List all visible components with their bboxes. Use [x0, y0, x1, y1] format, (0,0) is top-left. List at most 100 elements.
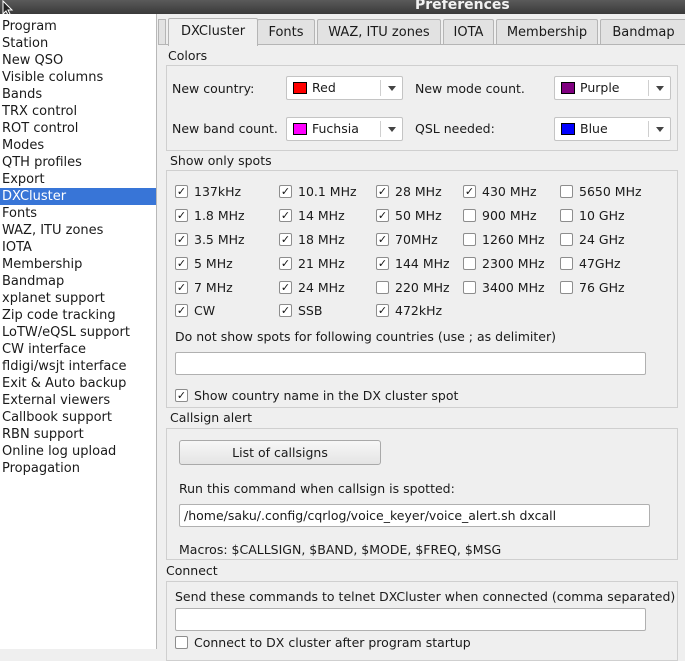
sidebar-item[interactable]: Modes — [0, 137, 156, 154]
sidebar-item[interactable]: External viewers — [0, 392, 156, 409]
sidebar-item[interactable]: Callbook support — [0, 409, 156, 426]
chevron-down-icon — [388, 86, 396, 91]
sidebar-item[interactable]: IOTA — [0, 239, 156, 256]
combo-separator — [648, 80, 649, 96]
color-swatch — [561, 82, 575, 94]
spot-label: 28 MHz — [395, 184, 442, 199]
chevron-down-icon — [388, 127, 396, 132]
new-band-select[interactable]: Fuchsia — [286, 117, 403, 141]
spot-checkbox[interactable] — [560, 209, 573, 222]
spot-checkbox[interactable] — [463, 233, 476, 246]
sidebar-item[interactable]: TRX control — [0, 103, 156, 120]
commands-label: Send these commands to telnet DXCluster … — [175, 589, 676, 604]
spot-label: 14 MHz — [298, 208, 345, 223]
spot-checkbox[interactable] — [560, 185, 573, 198]
spot-checkbox[interactable]: ✓ — [376, 233, 389, 246]
sidebar-item[interactable]: LoTW/eQSL support — [0, 324, 156, 341]
sidebar-item[interactable]: Export — [0, 171, 156, 188]
sidebar-item[interactable]: ROT control — [0, 120, 156, 137]
spot-checkbox[interactable] — [560, 281, 573, 294]
spot-checkbox[interactable] — [376, 281, 389, 294]
spot-label: 137kHz — [194, 184, 242, 199]
sidebar-item[interactable]: xplanet support — [0, 290, 156, 307]
colors-heading: Colors — [168, 48, 208, 63]
new-country-select[interactable]: Red — [286, 76, 403, 100]
new-country-value: Red — [312, 80, 336, 95]
sidebar-item[interactable]: WAZ, ITU zones — [0, 222, 156, 239]
spot-checkbox[interactable]: ✓ — [279, 304, 292, 317]
spot-checkbox[interactable]: ✓ — [175, 233, 188, 246]
new-band-label: New band count. — [172, 121, 278, 136]
spot-checkbox[interactable]: ✓ — [279, 209, 292, 222]
spot-label: 3.5 MHz — [194, 232, 245, 247]
spot-label: 24 MHz — [298, 280, 345, 295]
tab-fonts[interactable]: Fonts — [257, 19, 315, 45]
spot-checkbox[interactable]: ✓ — [175, 281, 188, 294]
spot-checkbox[interactable] — [560, 233, 573, 246]
spot-label: 220 MHz — [395, 280, 450, 295]
spot-checkbox[interactable]: ✓ — [279, 257, 292, 270]
sidebar-item[interactable]: Zip code tracking — [0, 307, 156, 324]
spot-label: 76 GHz — [579, 280, 625, 295]
spot-checkbox[interactable]: ✓ — [376, 257, 389, 270]
spot-checkbox[interactable]: ✓ — [279, 281, 292, 294]
commands-input[interactable] — [175, 608, 646, 631]
spot-checkbox[interactable]: ✓ — [376, 185, 389, 198]
sidebar-item[interactable]: Station — [0, 35, 156, 52]
exclude-countries-input[interactable] — [175, 352, 646, 375]
alert-command-input[interactable]: /home/saku/.config/cqrlog/voice_keyer/vo… — [179, 504, 650, 527]
spot-label: 900 MHz — [482, 208, 537, 223]
qsl-needed-value: Blue — [580, 121, 608, 136]
spot-checkbox[interactable] — [463, 209, 476, 222]
sidebar-item[interactable]: QTH profiles — [0, 154, 156, 171]
tab-waz-itu-zones[interactable]: WAZ, ITU zones — [317, 19, 441, 45]
new-band-value: Fuchsia — [312, 121, 359, 136]
sidebar-item[interactable]: fldigi/wsjt interface — [0, 358, 156, 375]
show-country-checkbox[interactable]: ✓ — [175, 389, 188, 402]
sidebar-item[interactable]: Bandmap — [0, 273, 156, 290]
sidebar-item[interactable]: RBN support — [0, 426, 156, 443]
spot-checkbox[interactable] — [463, 281, 476, 294]
qsl-needed-select[interactable]: Blue — [554, 117, 671, 141]
spot-checkbox[interactable]: ✓ — [376, 304, 389, 317]
spot-checkbox[interactable]: ✓ — [175, 185, 188, 198]
sidebar-item[interactable]: Fonts — [0, 205, 156, 222]
spot-checkbox[interactable] — [560, 257, 573, 270]
spot-checkbox[interactable]: ✓ — [279, 233, 292, 246]
spot-label: 24 GHz — [579, 232, 625, 247]
spot-checkbox[interactable]: ✓ — [463, 185, 476, 198]
sidebar-item[interactable]: Bands — [0, 86, 156, 103]
spot-checkbox[interactable]: ✓ — [279, 185, 292, 198]
sidebar-item[interactable]: Online log upload — [0, 443, 156, 460]
spot-checkbox[interactable]: ✓ — [376, 209, 389, 222]
sidebar-item[interactable]: Propagation — [0, 460, 156, 477]
spot-label: 430 MHz — [482, 184, 537, 199]
sidebar-item[interactable]: Program — [0, 18, 156, 35]
list-of-callsigns-button[interactable]: List of callsigns — [179, 440, 381, 465]
sidebar-list[interactable]: Program Station New QSO Visible columns Band… — [0, 14, 157, 649]
spot-checkbox[interactable]: ✓ — [175, 257, 188, 270]
window-title: Preferences — [415, 0, 510, 13]
exclude-countries-label: Do not show spots for following countrie… — [175, 329, 556, 344]
tab-membership[interactable]: Membership — [496, 19, 598, 45]
color-swatch — [293, 82, 307, 94]
sidebar-item[interactable]: DXCluster — [0, 188, 156, 205]
chevron-down-icon — [656, 127, 664, 132]
tab-bandmap[interactable]: Bandmap — [600, 19, 685, 45]
color-swatch — [293, 123, 307, 135]
tab-scroll-left[interactable] — [158, 19, 166, 45]
connect-startup-label: Connect to DX cluster after program star… — [194, 635, 471, 650]
connect-startup-checkbox[interactable] — [175, 636, 188, 649]
tab-dxcluster[interactable]: DXCluster — [168, 18, 258, 46]
new-mode-select[interactable]: Purple — [554, 76, 671, 100]
sidebar-item[interactable]: Membership — [0, 256, 156, 273]
sidebar-item[interactable]: CW interface — [0, 341, 156, 358]
sidebar-item[interactable]: Exit & Auto backup — [0, 375, 156, 392]
sidebar-item[interactable]: New QSO — [0, 52, 156, 69]
spot-checkbox[interactable] — [463, 257, 476, 270]
spot-label: SSB — [298, 303, 323, 318]
spot-checkbox[interactable]: ✓ — [175, 304, 188, 317]
spot-checkbox[interactable]: ✓ — [175, 209, 188, 222]
sidebar-item[interactable]: Visible columns — [0, 69, 156, 86]
tab-iota[interactable]: IOTA — [443, 19, 494, 45]
